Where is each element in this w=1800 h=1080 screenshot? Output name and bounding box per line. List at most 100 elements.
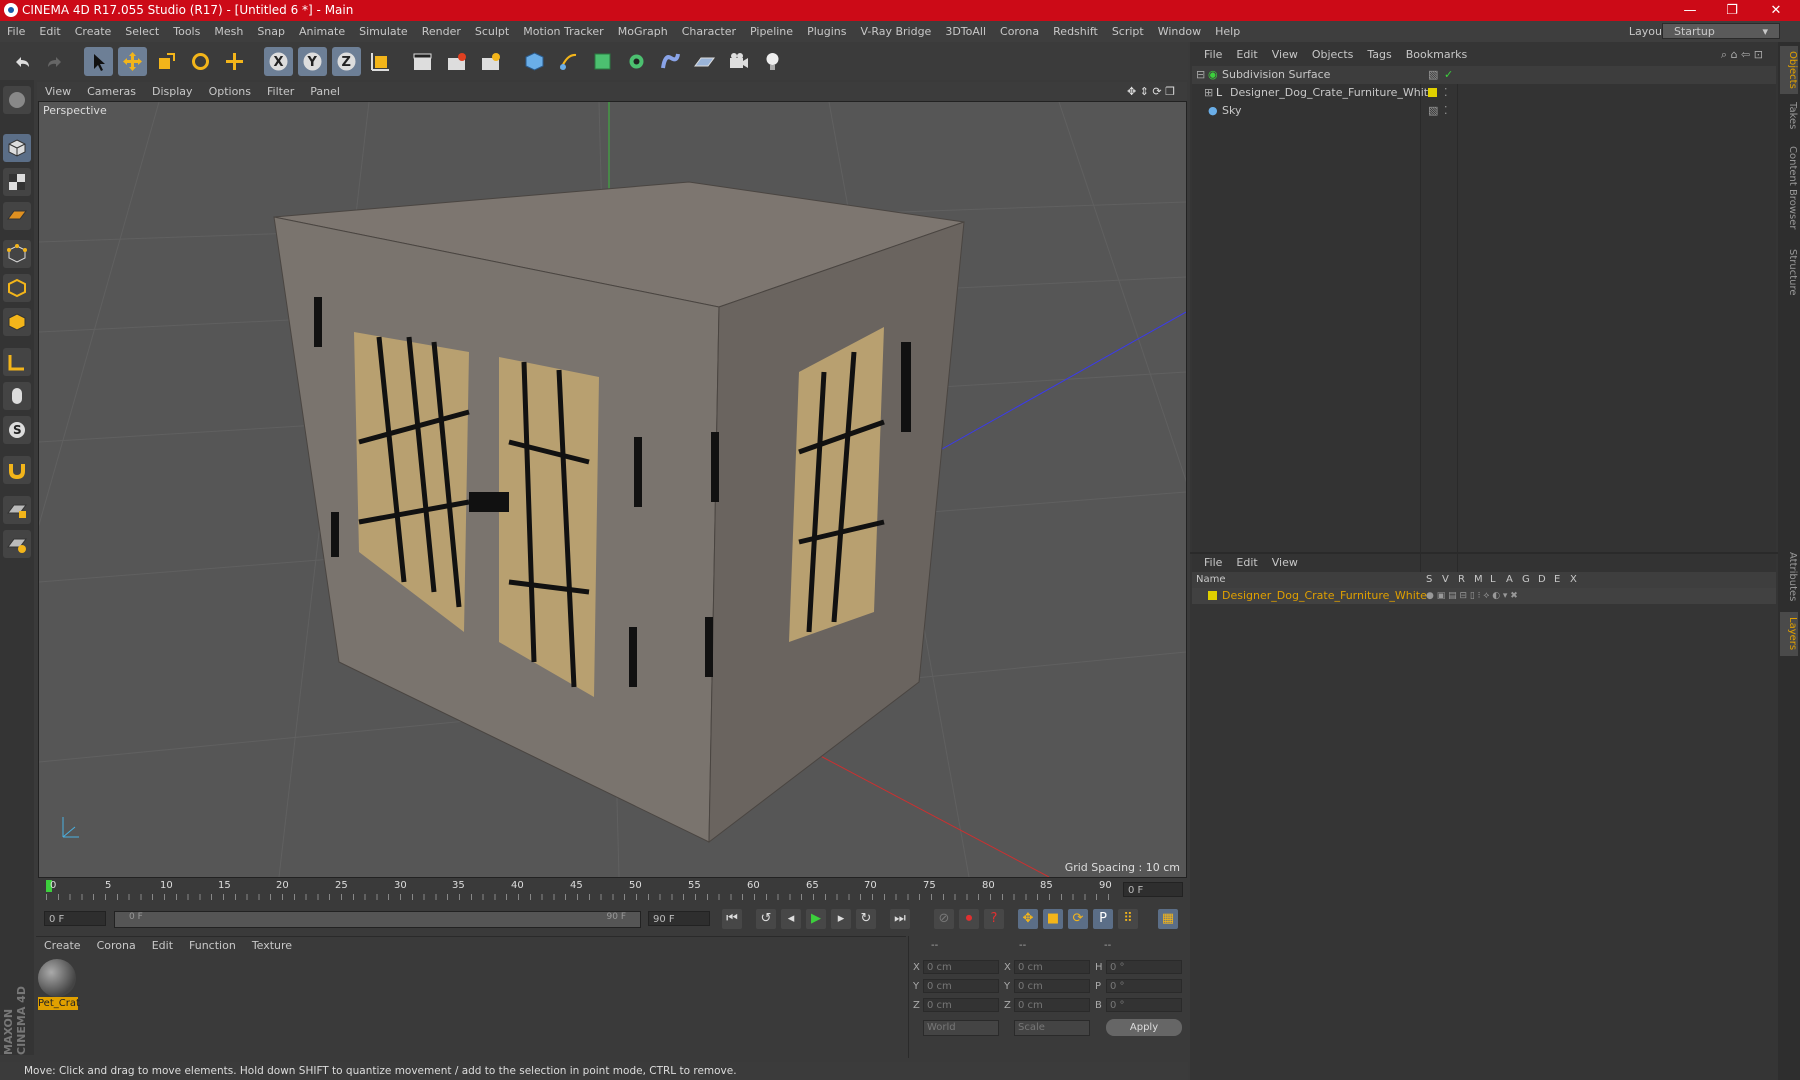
expand-icon[interactable]: ⊞ [1204,84,1213,102]
layer-color-swatch[interactable] [1208,591,1217,600]
polygons-mode-button[interactable] [3,308,31,336]
tab-objects[interactable]: Objects [1780,46,1798,94]
deformer-button[interactable] [656,47,685,76]
mograph-button[interactable] [622,47,651,76]
viewport-menu-display[interactable]: Display [144,82,201,101]
menu-motion-tracker[interactable]: Motion Tracker [516,21,610,42]
visibility-dots-icon[interactable]: ⁚ [1444,84,1448,102]
object-manager-tools[interactable]: ⌕ ⌂ ⇦ ⊡ [1714,46,1770,64]
menu-corona[interactable]: Corona [993,21,1046,42]
menu-mograph[interactable]: MoGraph [611,21,675,42]
x-axis-lock-button[interactable]: X [264,47,293,76]
visibility-dots-icon[interactable]: ⁚ [1444,102,1448,120]
object-row-sky[interactable]: ● Sky ▧ ⁚ [1192,102,1776,120]
collapse-icon[interactable]: ⊟ [1196,66,1205,84]
spline-pen-button[interactable] [554,47,583,76]
position-x-field[interactable]: 0 cm [923,960,999,974]
coordinate-system-button[interactable] [366,47,395,76]
render-settings-button[interactable] [476,47,505,76]
material-menu-function[interactable]: Function [181,937,244,955]
render-view-button[interactable] [408,47,437,76]
cube-primitive-button[interactable] [520,47,549,76]
viewport-nav-icons[interactable]: ✥ ⇕ ⟳ ❐ [1119,82,1183,101]
environment-button[interactable] [690,47,719,76]
layers-menu-edit[interactable]: Edit [1229,554,1264,572]
menu-snap[interactable]: Snap [250,21,292,42]
position-y-field[interactable]: 0 cm [923,979,999,993]
record-button[interactable]: ⏺ [959,909,979,929]
menu-3dtoall[interactable]: 3DToAll [938,21,993,42]
menu-script[interactable]: Script [1105,21,1151,42]
tweak-mode-button[interactable] [3,382,31,410]
generator-button[interactable] [588,47,617,76]
key-pla-button[interactable]: ⠿ [1118,909,1138,929]
planar-workplane-button[interactable] [3,530,31,558]
go-to-end-button[interactable]: ⏭ [890,909,910,929]
current-frame-field[interactable]: 0 F [1123,882,1183,897]
z-axis-lock-button[interactable]: Z [332,47,361,76]
object-row-subdivision-surface[interactable]: ⊟ ◉ Subdivision Surface ▧ ✓ [1192,66,1776,84]
menu-simulate[interactable]: Simulate [352,21,415,42]
menu-edit[interactable]: Edit [32,21,67,42]
select-tool-button[interactable] [84,47,113,76]
layer-visibility-icon[interactable]: ▧ [1428,102,1438,120]
workplane-mode-button[interactable] [3,202,31,230]
coordinate-mode-select[interactable]: World [923,1020,999,1036]
make-editable-button[interactable] [3,86,31,114]
previous-frame-button[interactable]: ◂ [781,909,801,929]
objects-menu-file[interactable]: File [1190,46,1229,64]
y-axis-lock-button[interactable]: Y [298,47,327,76]
menu-select[interactable]: Select [118,21,166,42]
layers-menu-file[interactable]: File [1190,554,1229,572]
size-x-field[interactable]: 0 cm [1014,960,1090,974]
menu-window[interactable]: Window [1151,21,1208,42]
menu-create[interactable]: Create [68,21,119,42]
material-menu-edit[interactable]: Edit [144,937,181,955]
move-tool-button[interactable] [118,47,147,76]
rotation-b-field[interactable]: 0 ° [1106,998,1182,1012]
layer-toggle-icons[interactable]: ● ▣ ▤ ⊟ ▯ ⁝ ⟡ ◐ ▾ ✖ [1426,588,1518,604]
material-menu-corona[interactable]: Corona [89,937,144,955]
viewport-menu-panel[interactable]: Panel [302,82,348,101]
undo-button[interactable] [8,47,37,76]
viewport-menu-options[interactable]: Options [201,82,259,101]
menu-vray-bridge[interactable]: V-Ray Bridge [853,21,938,42]
render-picture-viewer-button[interactable] [442,47,471,76]
axis-mode-button[interactable] [3,348,31,376]
key-parameter-button[interactable]: P [1093,909,1113,929]
snap-button[interactable]: S [3,416,31,444]
tab-attributes[interactable]: Attributes [1780,547,1798,607]
enabled-check-icon[interactable]: ✓ [1444,66,1453,84]
redo-button[interactable] [40,47,69,76]
objects-menu-objects[interactable]: Objects [1305,46,1361,64]
objects-menu-edit[interactable]: Edit [1229,46,1264,64]
rotate-tool-button[interactable] [186,47,215,76]
points-mode-button[interactable] [3,240,31,268]
go-to-start-button[interactable]: ⏮ [722,909,742,929]
autokey-button[interactable]: ? [984,909,1004,929]
menu-sculpt[interactable]: Sculpt [468,21,516,42]
camera-button[interactable] [724,47,753,76]
tab-content-browser[interactable]: Content Browser [1780,138,1798,238]
viewport-menu-cameras[interactable]: Cameras [79,82,144,101]
transform-tool-button[interactable] [220,47,249,76]
keyframe-button[interactable]: ⊘ [934,909,954,929]
rotation-p-field[interactable]: 0 ° [1106,979,1182,993]
layout-select[interactable]: Startup ▾ [1662,23,1780,39]
minimize-button[interactable]: — [1670,0,1710,21]
layers-menu-view[interactable]: View [1265,554,1305,572]
key-position-button[interactable]: ✥ [1018,909,1038,929]
menu-animate[interactable]: Animate [292,21,352,42]
magnet-button[interactable] [3,456,31,484]
menu-tools[interactable]: Tools [166,21,207,42]
tab-structure[interactable]: Structure [1780,242,1798,302]
next-key-button[interactable]: ↻ [856,909,876,929]
tab-takes[interactable]: Takes [1780,98,1798,134]
size-y-field[interactable]: 0 cm [1014,979,1090,993]
play-button[interactable]: ▶ [806,909,826,929]
tab-layers[interactable]: Layers [1780,612,1798,656]
viewport-menu-view[interactable]: View [37,82,79,101]
scale-tool-button[interactable] [152,47,181,76]
edges-mode-button[interactable] [3,274,31,302]
light-button[interactable] [758,47,787,76]
